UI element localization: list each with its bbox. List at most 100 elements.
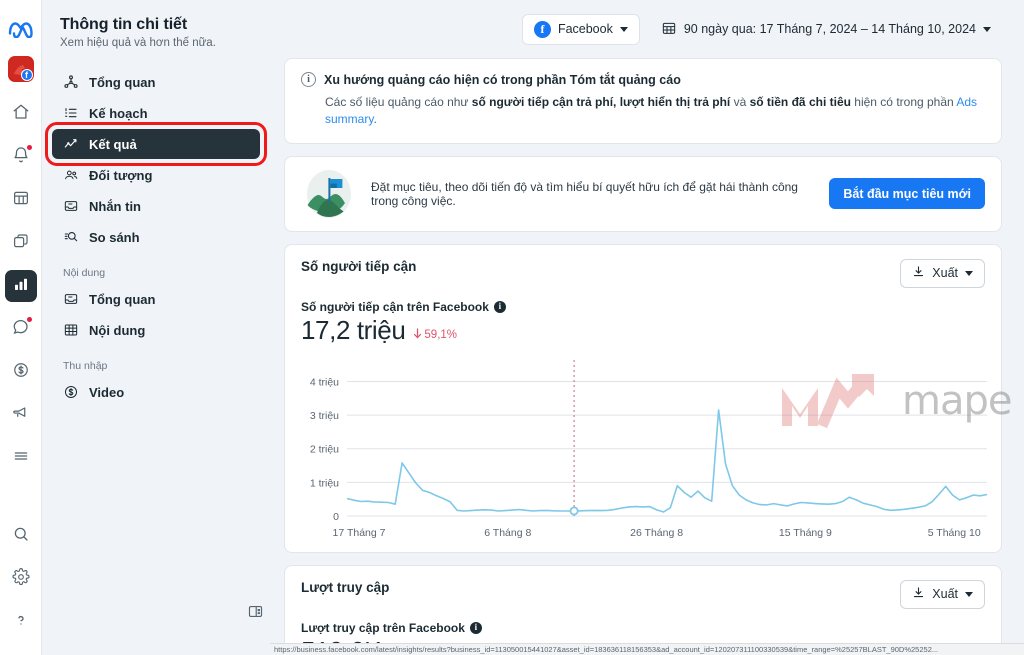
info-icon[interactable]: i <box>493 300 506 313</box>
notice-body-bold2: số tiền đã chi tiêu <box>749 95 851 109</box>
notice-body-mid: và <box>730 95 750 109</box>
visits-export-button[interactable]: Xuất <box>900 579 985 609</box>
goal-illustration-icon <box>301 169 357 219</box>
sidebar-item-tong-quan[interactable]: Tổng quan <box>52 67 260 97</box>
y-tick-label: 1 triệu <box>310 477 339 489</box>
export-label: Xuất <box>932 587 958 602</box>
y-tick-label: 4 triệu <box>310 376 339 388</box>
rail-item-ads[interactable] <box>5 399 37 431</box>
download-icon <box>912 586 925 602</box>
compare-icon <box>62 229 79 246</box>
start-new-goal-button[interactable]: Bắt đầu mục tiêu mới <box>829 178 985 210</box>
insights-page: f Thông tin chi tiết Xem hiệu quả và hơn… <box>0 0 1024 655</box>
x-tick-label: 15 Tháng 9 <box>779 527 832 539</box>
icon-rail: f <box>0 0 42 655</box>
rail-bottom-group <box>5 520 37 655</box>
reach-chart[interactable]: 0 1 triệu 2 triệu 3 triệu 4 triệu 17 Tháng 7 6… <box>301 356 991 546</box>
ads-trends-notice: i Xu hướng quảng cáo hiện có trong phần … <box>284 58 1002 144</box>
rail-item-messages[interactable] <box>5 313 37 345</box>
reach-value: 17,2 triệu <box>301 314 406 345</box>
notice-body-bold1: số người tiếp cận trả phí, lượt hiển thị… <box>471 95 731 109</box>
dollar-circle-icon <box>62 384 79 401</box>
reach-delta: 59,1% <box>413 328 457 342</box>
rail-item-settings[interactable] <box>5 563 37 595</box>
date-range-selector[interactable]: 90 ngày qua: 17 Tháng 7, 2024 – 14 Tháng… <box>650 14 1002 45</box>
sidebar-item-doi-tuong[interactable]: Đối tượng <box>52 160 260 190</box>
info-icon: i <box>301 72 316 87</box>
reach-series-line <box>346 408 988 513</box>
sidebar-item-video[interactable]: Video <box>52 377 260 407</box>
x-tick-label: 17 Tháng 7 <box>333 527 386 539</box>
platform-selector[interactable]: f Facebook <box>521 13 640 45</box>
reach-delta-value: 59,1% <box>424 328 458 341</box>
rail-item-insights[interactable] <box>4 270 37 302</box>
inbox-icon <box>62 291 79 308</box>
hover-marker[interactable] <box>569 506 579 516</box>
facebook-icon: f <box>533 20 551 38</box>
sidebar-item-label: Kết quả <box>89 136 137 152</box>
download-icon <box>912 265 925 281</box>
rail-item-help[interactable] <box>5 606 37 638</box>
date-range-label: 90 ngày qua: 17 Tháng 7, 2024 – 14 Tháng… <box>683 22 976 36</box>
notice-body-end: . <box>373 112 377 127</box>
notice-title-text: Xu hướng quảng cáo hiện có trong phần Tó… <box>324 72 681 87</box>
top-toolbar: f Facebook 90 ngày qua: 17 Tháng 7, 2024… <box>270 0 1024 58</box>
inbox-icon <box>62 198 79 215</box>
x-tick-label: 6 Tháng 8 <box>484 527 531 539</box>
x-tick-label: 26 Tháng 8 <box>630 527 683 539</box>
info-icon[interactable]: i <box>469 621 482 634</box>
list-icon <box>62 105 79 122</box>
rail-item-monetization[interactable] <box>5 356 37 388</box>
sidebar-item-nhan-tin[interactable]: Nhắn tin <box>52 191 260 221</box>
y-tick-label: 0 <box>333 511 339 523</box>
panel-collapse-icon <box>247 603 264 625</box>
reach-export-button[interactable]: Xuất <box>900 258 985 288</box>
chevron-down-icon <box>965 591 973 597</box>
reach-chart-wrap[interactable]: 0 1 triệu 2 triệu 3 triệu 4 triệu 17 Tháng 7 6… <box>285 346 1001 552</box>
sidebar-header: Thông tin chi tiết Xem hiệu quả và hơn t… <box>42 8 270 67</box>
rail-item-search[interactable] <box>5 520 37 552</box>
sidebar-item-label: Video <box>89 384 125 400</box>
visits-card: Lượt truy cập Xuất Lượt truy cập trên Fa… <box>284 564 1002 655</box>
notice-body-prefix: Các số liệu quảng cáo như <box>325 95 472 109</box>
sidebar-item-label: So sánh <box>89 229 140 245</box>
sidebar-item-so-sanh[interactable]: So sánh <box>52 222 260 252</box>
rail-item-home[interactable] <box>5 98 37 130</box>
sidebar-item-noi-dung[interactable]: Nội dung <box>52 315 260 345</box>
collapse-panel-button[interactable] <box>242 601 268 627</box>
rail-item-tables[interactable] <box>5 184 37 216</box>
sidebar-item-label: Nhắn tin <box>89 198 141 214</box>
rail-item-more[interactable] <box>5 442 37 474</box>
x-tick-label: 5 Tháng 10 <box>928 527 981 539</box>
main-content: f Facebook 90 ngày qua: 17 Tháng 7, 2024… <box>270 0 1024 655</box>
status-bar-url: https://business.facebook.com/latest/ins… <box>270 643 1024 655</box>
reach-section-title: Số người tiếp cận <box>301 258 417 274</box>
message-badge <box>26 317 32 322</box>
reach-metric-label-row: Số người tiếp cận trên Facebook i <box>285 288 1001 314</box>
visits-metric-label-row: Lượt truy cập trên Facebook i <box>285 609 1001 635</box>
sidebar-item-label: Tổng quan <box>89 74 156 90</box>
rail-item-notifications[interactable] <box>5 141 37 173</box>
table-icon <box>12 189 30 212</box>
sidebar-item-label: Kế hoạch <box>89 105 148 121</box>
sidebar-item-label: Nội dung <box>89 322 146 338</box>
notice-body: Các số liệu quảng cáo như số người tiếp … <box>301 94 985 129</box>
sidebar-item-content-tong-quan[interactable]: Tổng quan <box>52 284 260 314</box>
content-scroll[interactable]: i Xu hướng quảng cáo hiện có trong phần … <box>270 58 1024 655</box>
sidebar-item-ket-qua[interactable]: Kết quả <box>45 122 267 166</box>
reach-card: Số người tiếp cận Xuất Số người tiếp cận… <box>284 243 1002 553</box>
avatar[interactable]: f <box>7 56 34 82</box>
facebook-badge-icon: f <box>20 69 33 81</box>
sidebar-item-label: Đối tượng <box>89 167 153 183</box>
sidebar-group-content: Nội dung <box>63 267 106 279</box>
platform-label: Facebook <box>557 22 613 36</box>
home-icon <box>12 103 30 126</box>
y-tick-label: 3 triệu <box>310 410 339 422</box>
sidebar-item-ke-hoach[interactable]: Kế hoạch <box>52 98 260 128</box>
reach-metric-label: Số người tiếp cận trên Facebook <box>301 299 489 314</box>
meta-logo-icon[interactable] <box>6 14 36 44</box>
page-title: Thông tin chi tiết <box>60 16 188 33</box>
rail-item-pages[interactable] <box>5 227 37 259</box>
dollar-icon <box>12 361 30 384</box>
menu-icon <box>12 447 30 470</box>
